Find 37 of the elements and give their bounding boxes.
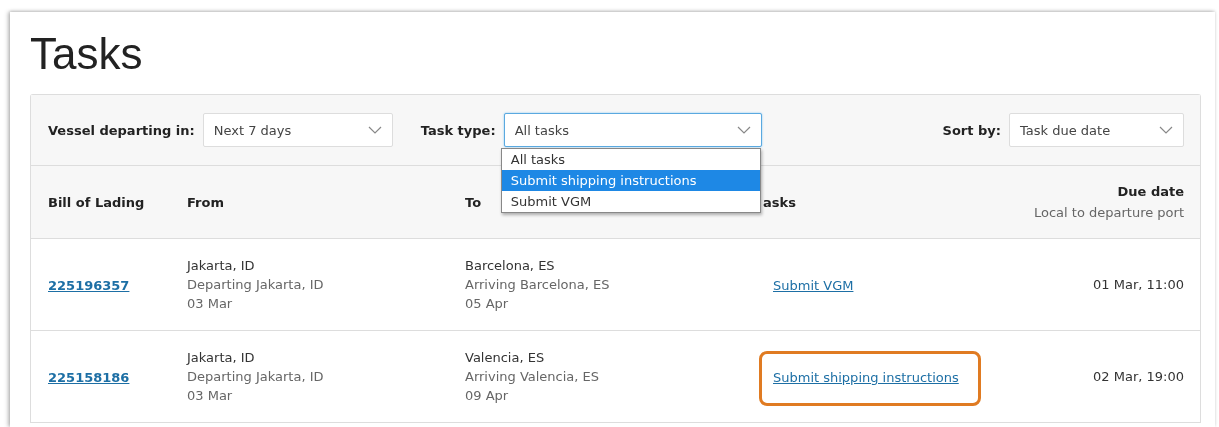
task-link[interactable]: Submit VGM [773, 278, 854, 293]
filter-label: Vessel departing in: [48, 122, 195, 138]
origin-text: Departing Jakarta, ID [187, 369, 325, 384]
due-date: 02 Mar, 19:00 [1092, 369, 1184, 384]
dropdown-select[interactable]: All tasks [503, 113, 762, 147]
origin-text: Jakarta, ID [187, 350, 256, 365]
destination-text: Valencia, ES [465, 350, 546, 365]
chevron-down-icon [1159, 126, 1173, 134]
column-header: To [465, 194, 482, 210]
destination-text: Arriving Barcelona, ES [465, 277, 611, 292]
dropdown-option[interactable]: Submit shipping instructions [501, 170, 760, 191]
origin-text: 03 Mar [187, 296, 234, 311]
column-subheader: Local to departure port [1034, 205, 1184, 220]
filter-label: Task type: [420, 122, 496, 138]
destination-text: 09 Apr [465, 388, 510, 403]
filter-label: Sort by: [942, 122, 1001, 138]
page-title: Tasks [30, 28, 144, 80]
chevron-down-icon [736, 126, 751, 134]
due-date: 01 Mar, 11:00 [1092, 277, 1184, 292]
dropdown-option[interactable]: Submit VGM [501, 191, 760, 212]
bill-link[interactable]: 225196357 [48, 278, 130, 293]
column-header: Due date [1117, 184, 1184, 199]
destination-text: Arriving Valencia, ES [465, 369, 601, 384]
column-header: From [187, 194, 224, 210]
bill-link[interactable]: 225158186 [48, 370, 130, 385]
task-link[interactable]: Submit shipping instructions [773, 370, 959, 385]
origin-text: Jakarta, ID [187, 258, 256, 273]
dropdown-option[interactable]: All tasks [501, 149, 760, 170]
destination-text: 05 Apr [465, 296, 510, 311]
origin-text: Departing Jakarta, ID [187, 277, 325, 292]
column-header: asks [762, 194, 796, 210]
destination-text: Barcelona, ES [465, 258, 556, 273]
chevron-down-icon [367, 126, 382, 134]
dropdown-select[interactable]: Task due date [1009, 113, 1184, 147]
origin-text: 03 Mar [187, 388, 234, 403]
column-header: Bill of Lading [48, 194, 145, 210]
dropdown-select[interactable]: Next 7 days [202, 113, 393, 147]
